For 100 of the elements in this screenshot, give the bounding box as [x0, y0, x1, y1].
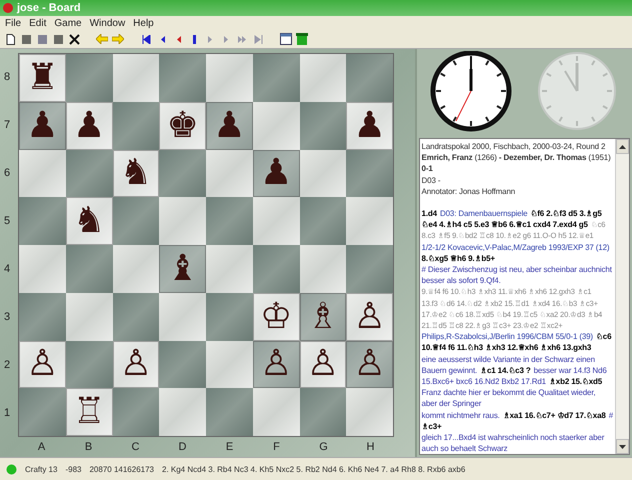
board-square[interactable]: ♙	[346, 292, 393, 340]
board-square[interactable]	[206, 340, 253, 388]
chess-piece[interactable]: ♝	[166, 250, 199, 287]
chess-piece[interactable]: ♟	[26, 108, 59, 144]
board-square[interactable]	[252, 245, 300, 293]
menu-item[interactable]: Window	[86, 18, 128, 28]
board-square[interactable]	[112, 197, 160, 245]
board-square[interactable]	[346, 150, 393, 198]
chess-piece[interactable]: ♞	[120, 155, 152, 192]
board-square[interactable]	[112, 292, 160, 340]
board-square[interactable]	[159, 292, 206, 340]
board-square[interactable]	[346, 388, 393, 436]
board-square[interactable]: ♔	[252, 292, 300, 340]
chess-piece[interactable]: ♚	[166, 108, 199, 144]
fast-forward-icon[interactable]	[236, 33, 248, 45]
board-square[interactable]: ♙	[252, 340, 300, 388]
board-square[interactable]	[252, 54, 300, 102]
move-text[interactable]: ♘f6 2.♘f3 d5 3.♗g5	[530, 208, 602, 220]
chess-piece[interactable]: ♟	[72, 108, 106, 144]
menu-item[interactable]: Help	[130, 18, 157, 28]
board-square[interactable]	[112, 102, 160, 150]
forward-arrow-icon[interactable]	[112, 33, 124, 45]
board-square[interactable]	[206, 292, 253, 340]
board-square[interactable]: ♟	[346, 102, 393, 150]
move-text[interactable]: 1.d4	[422, 208, 437, 220]
board-square[interactable]	[206, 388, 253, 436]
board-square[interactable]: ♟	[206, 102, 253, 150]
chess-piece[interactable]: ♙	[353, 346, 386, 382]
new-file-icon[interactable]	[4, 33, 16, 45]
board-square[interactable]	[66, 245, 112, 293]
board-square[interactable]	[66, 340, 112, 388]
move-text[interactable]: 10.♕f4 f6 11.♘h3 ♗xh3 12.♕xh6 ♗xh6 13.gxh3	[422, 342, 592, 354]
chess-piece[interactable]: ♟	[213, 108, 246, 144]
chess-piece[interactable]: ♖	[72, 394, 106, 430]
board-square[interactable]	[66, 54, 112, 102]
board-square[interactable]	[346, 54, 393, 102]
board-square[interactable]	[300, 197, 346, 245]
last-move-icon[interactable]	[252, 33, 264, 45]
chess-piece[interactable]: ♙	[260, 346, 292, 382]
board-square[interactable]	[19, 245, 66, 293]
chess-piece[interactable]: ♙	[306, 346, 340, 382]
board-square[interactable]: ♙	[300, 340, 346, 388]
board-square[interactable]: ♙	[19, 340, 66, 388]
board-square[interactable]: ♖	[66, 388, 112, 436]
board-square[interactable]	[206, 150, 253, 198]
board-square[interactable]: ♟	[19, 102, 66, 150]
scroll-down-icon[interactable]	[619, 444, 626, 448]
board-square[interactable]	[112, 54, 160, 102]
board-square[interactable]	[300, 54, 346, 102]
move-text[interactable]: ♗xb2 15.♘xd5	[548, 376, 602, 388]
board-square[interactable]	[300, 150, 346, 198]
back-arrow-icon[interactable]	[96, 33, 108, 45]
board-square[interactable]	[252, 197, 300, 245]
move-text[interactable]: ♘e4 4.♗h4 c5 5.e3 ♕b6 6.♕c1 cxd4 7.exd4 g5	[422, 219, 588, 230]
board-square[interactable]	[19, 197, 66, 245]
board-square[interactable]: ♟	[252, 150, 300, 198]
board-square[interactable]	[159, 340, 206, 388]
board-square[interactable]	[206, 197, 253, 245]
board-square[interactable]: ♗	[300, 292, 346, 340]
scroll-up-icon[interactable]	[619, 144, 626, 148]
board-square[interactable]	[300, 245, 346, 293]
chess-piece[interactable]: ♙	[26, 346, 59, 382]
menu-item[interactable]: File	[2, 18, 24, 28]
move-text[interactable]: ♘c6	[596, 331, 612, 342]
board-square[interactable]	[206, 54, 253, 102]
board-square[interactable]	[66, 292, 112, 340]
delete-icon[interactable]	[68, 33, 80, 45]
board-square[interactable]: ♞	[112, 150, 160, 198]
chess-piece[interactable]: ♟	[260, 155, 292, 192]
window-icon[interactable]	[280, 33, 292, 45]
board-square[interactable]	[252, 388, 300, 436]
trash-icon[interactable]	[296, 33, 308, 45]
menu-item[interactable]: Edit	[26, 18, 50, 28]
board-square[interactable]	[206, 245, 253, 293]
board-square[interactable]	[66, 150, 112, 198]
board-square[interactable]: ♜	[19, 54, 66, 102]
board-square[interactable]	[19, 388, 66, 436]
move-text[interactable]: 8.♘xg5 ♕h6 9.♗b5+	[422, 252, 495, 264]
board-square[interactable]: ♚	[159, 102, 206, 150]
move-text[interactable]: ♗c3+	[422, 420, 442, 432]
board-square[interactable]	[159, 388, 206, 436]
menu-item[interactable]: Game	[51, 18, 85, 28]
board-square[interactable]: ♙	[346, 340, 393, 388]
board-square[interactable]: ♞	[66, 197, 112, 245]
board-square[interactable]	[300, 102, 346, 150]
board-square[interactable]	[112, 388, 160, 436]
board-square[interactable]	[300, 388, 346, 436]
board-square[interactable]: ♝	[159, 245, 206, 293]
move-text[interactable]: ♗c1 14.♘c3 ?	[480, 364, 531, 376]
board-square[interactable]: ♙	[112, 340, 160, 388]
board-square[interactable]	[19, 292, 66, 340]
chess-piece[interactable]: ♔	[260, 298, 292, 335]
board-square[interactable]	[252, 102, 300, 150]
board-square[interactable]	[159, 150, 206, 198]
board-square[interactable]	[112, 245, 160, 293]
board-square[interactable]: ♟	[66, 102, 112, 150]
chess-piece[interactable]: ♙	[353, 298, 386, 335]
chess-piece[interactable]: ♜	[26, 60, 59, 96]
chess-piece[interactable]: ♙	[120, 346, 152, 382]
board-square[interactable]	[159, 197, 206, 245]
